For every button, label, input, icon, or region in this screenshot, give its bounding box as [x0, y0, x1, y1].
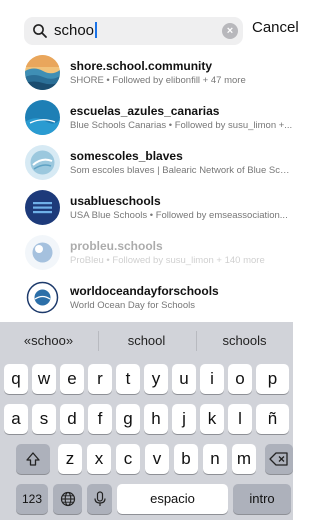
cancel-button[interactable]: Cancel	[252, 19, 299, 36]
key[interactable]: b	[174, 444, 198, 474]
key[interactable]: i	[200, 364, 224, 394]
search-field[interactable]: schoo ×	[24, 17, 243, 45]
avatar-worldoceanday-icon	[25, 280, 60, 315]
key[interactable]: r	[88, 364, 112, 394]
result-username: probleu.schools	[70, 239, 163, 253]
suggestion-literal[interactable]: «schoo»	[0, 333, 97, 348]
globe-key[interactable]	[53, 484, 82, 514]
result-username: worldoceandayforschools	[70, 284, 219, 298]
suggestion-bar: «schoo» school schools	[0, 322, 293, 360]
keyboard: «schoo» school schools q w e r t y u i o…	[0, 322, 293, 520]
key[interactable]: s	[32, 404, 56, 434]
key[interactable]: e	[60, 364, 84, 394]
result-item[interactable]: escuelas_azules_canarias Blue Schools Ca…	[0, 100, 293, 145]
result-item[interactable]: usablueschools USA Blue Schools • Follow…	[0, 190, 293, 235]
globe-icon	[60, 491, 75, 507]
key[interactable]: n	[203, 444, 227, 474]
key[interactable]: f	[88, 404, 112, 434]
avatar-shore-icon	[25, 55, 60, 90]
key[interactable]: u	[172, 364, 196, 394]
key[interactable]: l	[228, 404, 252, 434]
result-item[interactable]: somescoles_blaves Som escoles blaves | B…	[0, 145, 293, 190]
result-item[interactable]: probleu.schools ProBleu • Followed by su…	[0, 235, 293, 280]
key[interactable]: o	[228, 364, 252, 394]
result-item[interactable]: worldoceandayforschools World Ocean Day …	[0, 280, 293, 325]
key[interactable]: q	[4, 364, 28, 394]
result-subtitle: Blue Schools Canarias • Followed by susu…	[70, 120, 293, 131]
search-input[interactable]: schoo	[54, 22, 97, 39]
key[interactable]: d	[60, 404, 84, 434]
result-username: usablueschools	[70, 194, 161, 208]
key[interactable]: j	[172, 404, 196, 434]
key[interactable]: t	[116, 364, 140, 394]
shift-icon	[26, 452, 40, 466]
result-item[interactable]: shore.school.community SHORE • Followed …	[0, 55, 293, 100]
microphone-icon	[93, 491, 106, 506]
delete-icon	[269, 452, 288, 466]
dictation-key[interactable]	[87, 484, 112, 514]
key[interactable]: a	[4, 404, 28, 434]
avatar-somescoles-icon	[25, 145, 60, 180]
key[interactable]: p	[256, 364, 289, 394]
shift-key[interactable]	[16, 444, 50, 474]
search-icon	[33, 24, 47, 38]
result-subtitle: USA Blue Schools • Followed by emseassoc…	[70, 210, 288, 221]
text-caret	[95, 22, 97, 38]
key[interactable]: h	[144, 404, 168, 434]
suggestion-word[interactable]: schools	[196, 333, 293, 348]
avatar-usablueschools-icon	[25, 190, 60, 225]
delete-key[interactable]	[265, 444, 293, 474]
return-key[interactable]: intro	[233, 484, 291, 514]
key[interactable]: z	[58, 444, 82, 474]
suggestion-word[interactable]: school	[98, 333, 195, 348]
avatar-probleu-icon	[25, 235, 60, 270]
key[interactable]: y	[144, 364, 168, 394]
avatar-escuelas-azules-icon	[25, 100, 60, 135]
key[interactable]: x	[87, 444, 111, 474]
key[interactable]: c	[116, 444, 140, 474]
result-username: shore.school.community	[70, 59, 213, 73]
key[interactable]: k	[200, 404, 224, 434]
key[interactable]: w	[32, 364, 56, 394]
key[interactable]: v	[145, 444, 169, 474]
result-subtitle: World Ocean Day for Schools	[70, 300, 195, 311]
result-username: escuelas_azules_canarias	[70, 104, 220, 118]
result-subtitle: Som escoles blaves | Balearic Network of…	[70, 165, 293, 176]
result-subtitle: ProBleu • Followed by susu_limon + 140 m…	[70, 255, 265, 266]
numbers-key[interactable]: 123	[16, 484, 48, 514]
key[interactable]: ñ	[256, 404, 289, 434]
space-key[interactable]: espacio	[117, 484, 228, 514]
search-query: schoo	[54, 22, 95, 39]
clear-search-icon[interactable]: ×	[222, 23, 238, 39]
key[interactable]: m	[232, 444, 256, 474]
result-username: somescoles_blaves	[70, 149, 183, 163]
key[interactable]: g	[116, 404, 140, 434]
result-subtitle: SHORE • Followed by elibonfill + 47 more	[70, 75, 246, 86]
